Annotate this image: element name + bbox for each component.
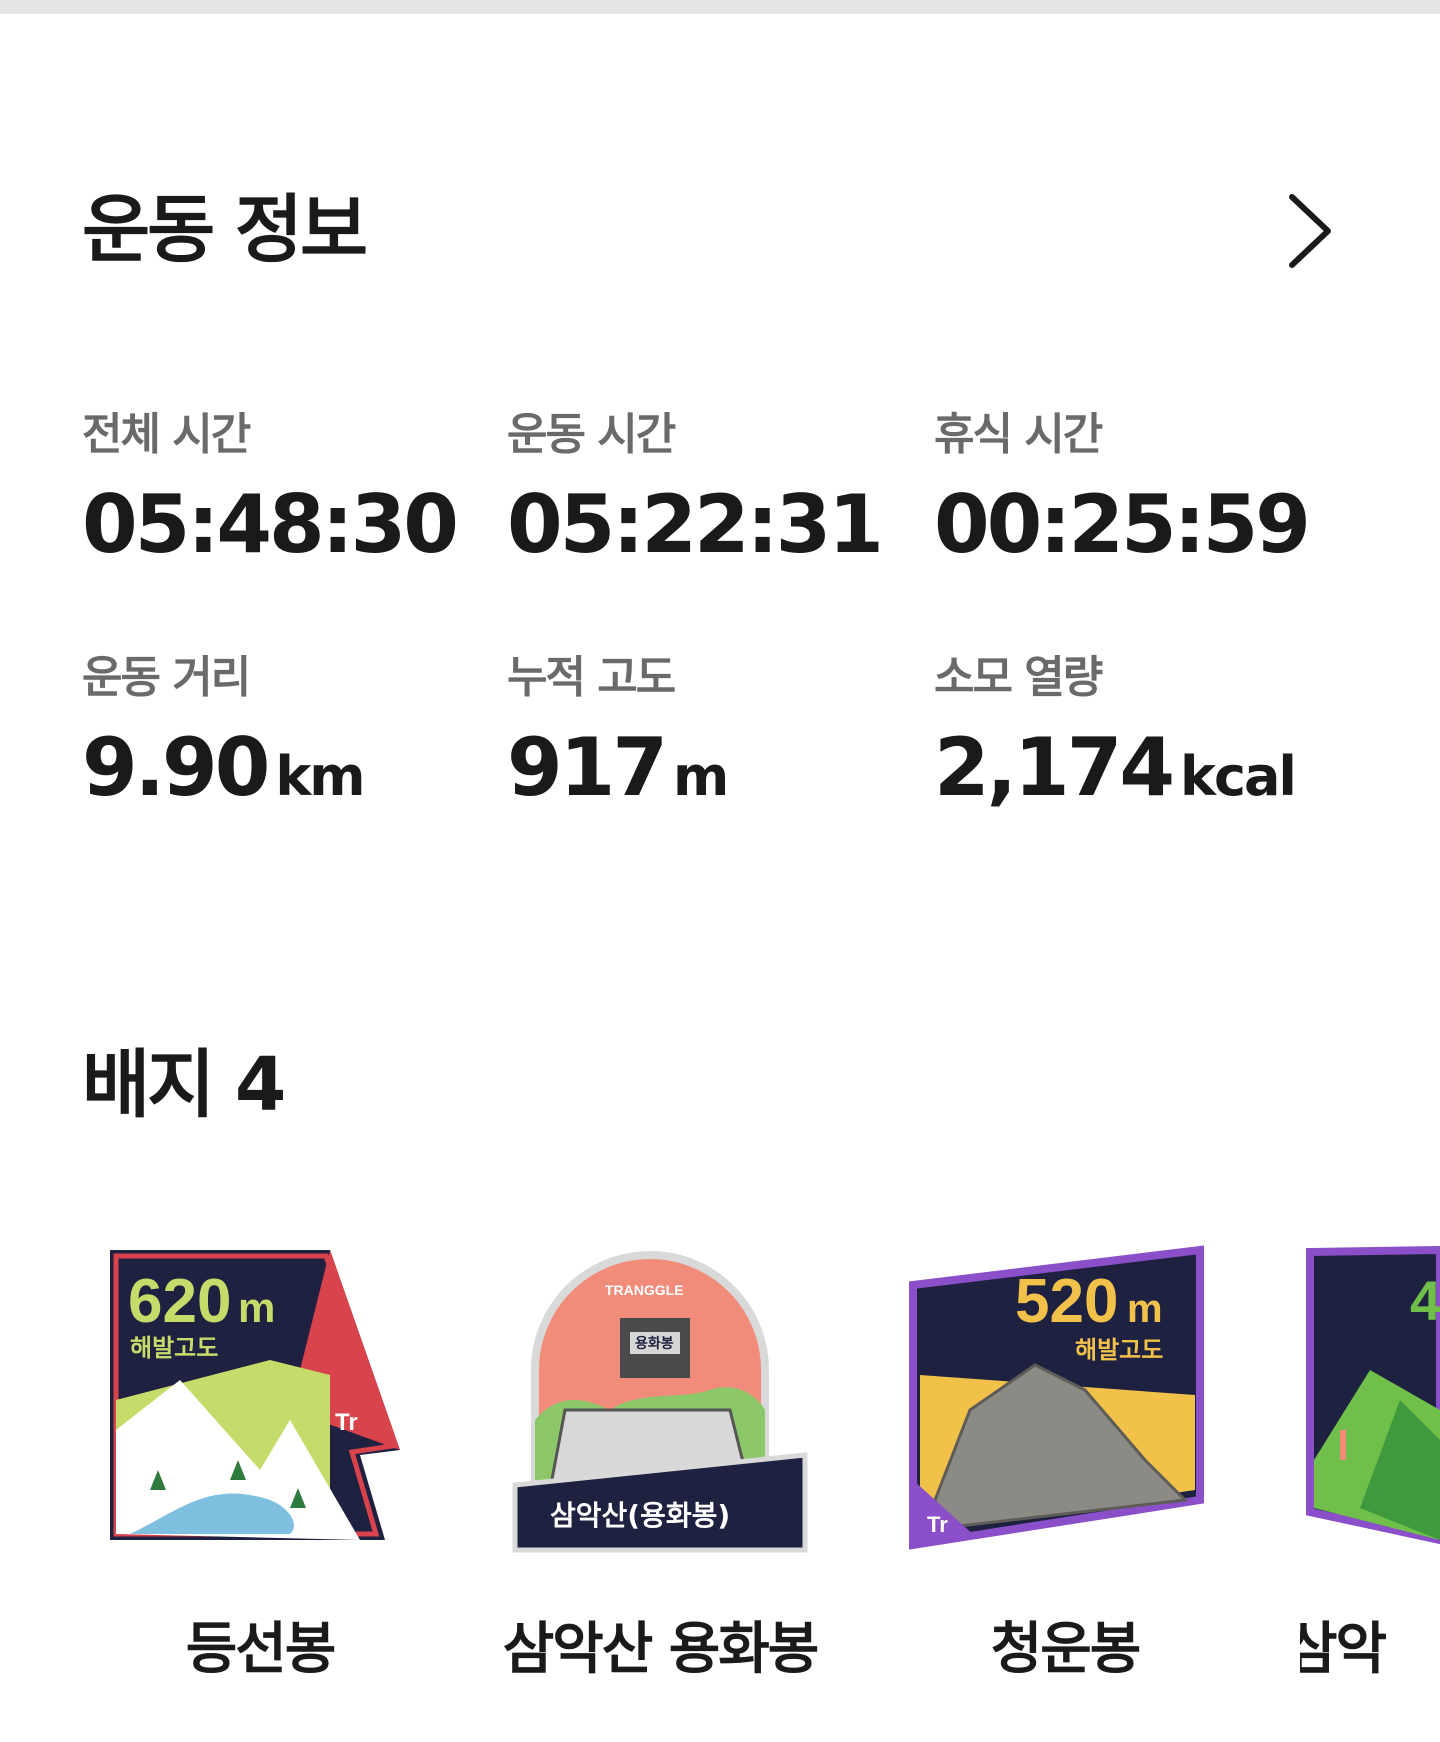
badge-name: 삼악산 용화봉 [502,1617,820,1682]
stat-value: 00:25:59 [934,478,1311,571]
stat-total-time: 전체 시간 05:48:30 [82,405,502,573]
badge-image-summit-icon: 용화봉 삼악산(용화봉) TRANGGLE [512,1251,808,1553]
badge-altitude: 4 [1410,1269,1440,1332]
badge-name: 청운봉 [990,1617,1142,1682]
stat-unit: m [673,745,729,808]
badge-altitude-label: 해발고도 [130,1334,218,1362]
stat-label: 휴식 시간 [934,409,1103,460]
stat-value: 2,174 kcal [934,721,1297,814]
badge-image-forest-icon: 4 [1306,1245,1440,1545]
stat-rest-time: 휴식 시간 00:25:59 [934,405,1354,573]
badge-altitude: 620 [128,1267,231,1336]
stat-calories: 소모 열량 2,174 kcal [934,648,1354,825]
badge-image-mountain-icon: Tr 620 m 해발고도 [110,1250,400,1540]
badge-name: 삼악 [1300,1617,1387,1682]
stat-value: 05:48:30 [82,478,459,571]
badge-altitude-unit: m [238,1284,275,1331]
stat-distance: 운동 거리 9.90 km [82,648,502,825]
badge-logo: Tr [335,1409,358,1436]
top-divider [0,0,1440,14]
stat-label: 소모 열량 [934,652,1103,703]
badge-altitude: 520 [1015,1267,1118,1336]
badges-title: 배지 4 [82,1042,286,1128]
badge-arc-text: TRANGGLE [605,1282,684,1298]
badge-altitude-unit: m [1127,1287,1163,1331]
stat-value: 05:22:31 [507,478,884,571]
badge-logo: Tr [927,1512,948,1537]
stat-label: 전체 시간 [82,409,251,460]
stat-label: 운동 거리 [82,652,251,703]
stat-value: 917 m [507,721,729,814]
chevron-right-icon[interactable] [1280,191,1340,271]
badge-name: 등선봉 [185,1617,337,1682]
badge-banner: 삼악산(용화봉) [550,1499,730,1532]
stat-elevation: 누적 고도 917 m [507,648,927,825]
badge-item[interactable]: Tr 620 m 해발고도 등선봉 [90,1240,430,1700]
stat-value: 9.90 km [82,721,366,814]
badge-item[interactable]: Tr 520 m 해발고도 청운봉 [895,1240,1235,1700]
badge-item[interactable]: 용화봉 삼악산(용화봉) TRANGGLE 삼악산 용화봉 [490,1240,830,1700]
exercise-info-title: 운동 정보 [82,187,368,273]
stat-unit: km [275,745,365,808]
stat-unit: kcal [1180,745,1297,808]
stat-exercise-time: 운동 시간 05:22:31 [507,405,927,573]
exercise-info-header[interactable]: 운동 정보 [82,185,1362,275]
stat-label: 운동 시간 [507,409,676,460]
badge-item[interactable]: 4 삼악 [1300,1240,1440,1700]
stat-label: 누적 고도 [507,652,676,703]
badge-sign-text: 용화봉 [635,1336,674,1352]
badge-altitude-label: 해발고도 [1075,1336,1163,1364]
badge-list: Tr 620 m 해발고도 등선봉 용화봉 삼악산(용화봉) TRANGGLE … [0,1240,1440,1700]
badge-image-rock-icon: Tr 520 m 해발고도 [909,1245,1204,1550]
